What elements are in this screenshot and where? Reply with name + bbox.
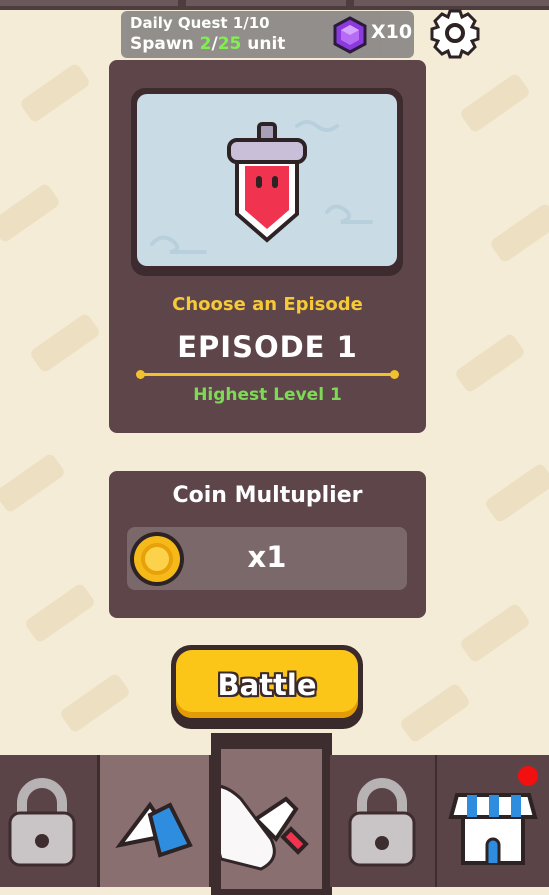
lock-icon <box>348 778 416 867</box>
coin-multiplier-title: Coin Multuplier <box>172 483 363 508</box>
choose-episode-label: Choose an Episode <box>172 294 363 315</box>
battle-button-label: Battle <box>217 668 317 702</box>
shop-notification-dot <box>518 766 538 786</box>
nav-tab-battle[interactable] <box>199 733 332 895</box>
lock-icon <box>8 778 76 867</box>
episode-divider <box>136 370 399 379</box>
coin-multiplier-value: x1 <box>247 540 287 574</box>
sword-emblem-icon <box>150 120 373 254</box>
nav-tab-locked-1[interactable] <box>0 755 97 887</box>
highest-level-label: Highest Level 1 <box>193 385 342 405</box>
settings-gear-icon[interactable] <box>428 6 482 60</box>
gem-count: X10 <box>371 21 413 43</box>
daily-quest-progress: Spawn 2/25 unit <box>130 34 286 54</box>
sword-icon <box>199 784 309 871</box>
nav-tab-battle-bg <box>199 749 322 889</box>
nav-tab-units[interactable] <box>100 755 209 887</box>
coin-icon <box>130 532 184 586</box>
episode-name[interactable]: EPISODE 1 <box>109 330 426 364</box>
gem-icon <box>333 16 367 54</box>
episode-art[interactable] <box>137 94 397 266</box>
unit-icon <box>115 801 193 858</box>
nav-tab-locked-2[interactable] <box>330 755 435 887</box>
daily-quest-title: Daily Quest 1/10 <box>130 14 270 32</box>
